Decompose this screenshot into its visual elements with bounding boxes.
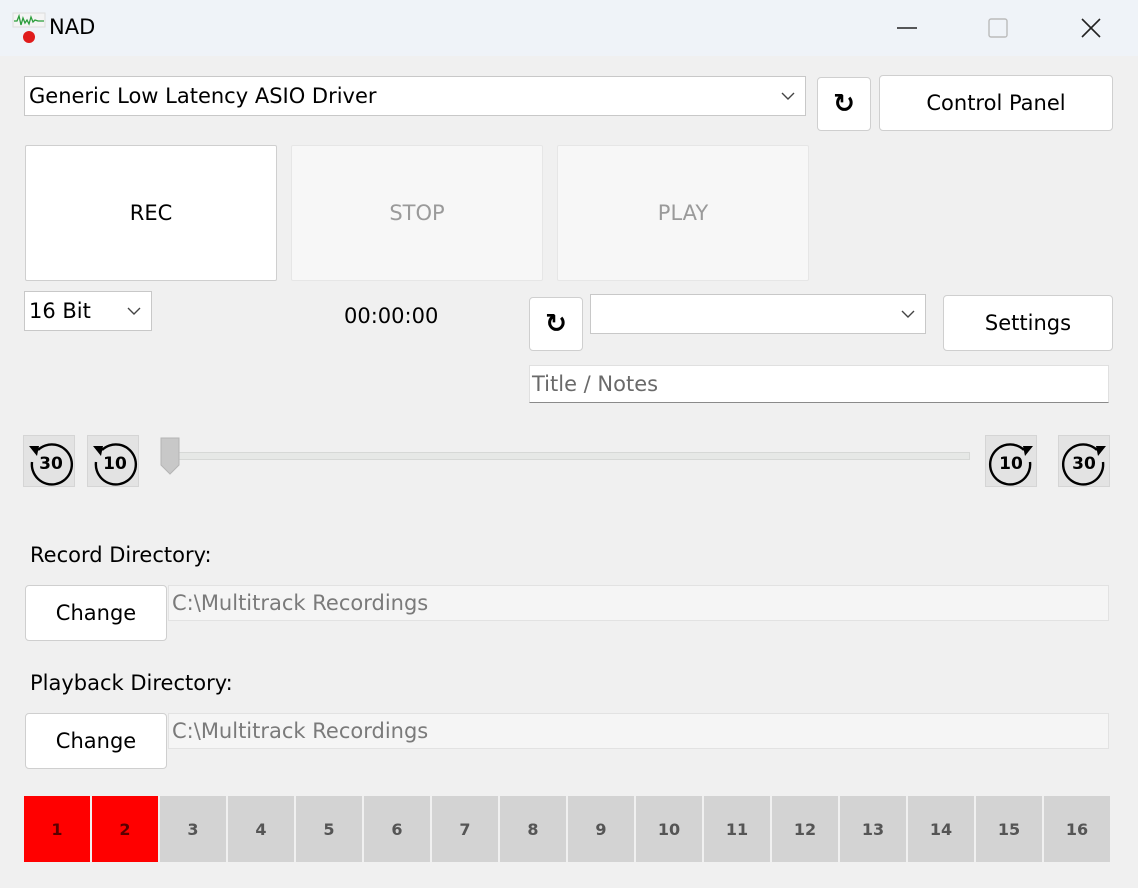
channel-button-9[interactable]: 9 — [568, 796, 634, 862]
rewind-10-icon: 10 — [93, 443, 138, 486]
forward-30-icon: 30 — [1061, 443, 1106, 486]
chevron-down-icon — [901, 310, 915, 318]
seek-slider-track[interactable] — [170, 452, 970, 460]
channel-button-2[interactable]: 2 — [92, 796, 158, 862]
driver-select[interactable]: Generic Low Latency ASIO Driver — [24, 76, 806, 116]
chevron-down-icon — [127, 307, 141, 315]
maximize-icon — [988, 18, 1008, 38]
channel-button-11[interactable]: 11 — [704, 796, 770, 862]
stop-button[interactable]: STOP — [291, 145, 543, 281]
record-directory-path: C:\Multitrack Recordings — [168, 585, 1109, 621]
skip-forward-30-button[interactable]: 30 — [1058, 435, 1110, 487]
title-bar: NAD — [0, 0, 1138, 56]
rec-button[interactable]: REC — [25, 145, 277, 281]
playback-file-select[interactable] — [590, 294, 926, 334]
skip-back-10-button[interactable]: 10 — [87, 435, 139, 487]
svg-text:30: 30 — [39, 454, 63, 474]
minimize-icon — [897, 27, 917, 29]
channel-button-6[interactable]: 6 — [364, 796, 430, 862]
channel-button-14[interactable]: 14 — [908, 796, 974, 862]
channel-button-5[interactable]: 5 — [296, 796, 362, 862]
forward-10-icon: 10 — [988, 443, 1033, 486]
minimize-button[interactable] — [862, 0, 952, 56]
channel-button-12[interactable]: 12 — [772, 796, 838, 862]
control-panel-button[interactable]: Control Panel — [879, 75, 1113, 131]
play-button[interactable]: PLAY — [557, 145, 809, 281]
bit-depth-value: 16 Bit — [29, 299, 91, 323]
close-icon — [1081, 18, 1101, 38]
maximize-button[interactable] — [953, 0, 1043, 56]
app-waveform-rec-icon — [12, 12, 46, 43]
record-directory-change-button[interactable]: Change — [25, 585, 167, 641]
channel-button-15[interactable]: 15 — [976, 796, 1042, 862]
settings-button[interactable]: Settings — [943, 295, 1113, 351]
channel-button-8[interactable]: 8 — [500, 796, 566, 862]
title-notes-input[interactable]: Title / Notes — [529, 365, 1109, 403]
svg-text:30: 30 — [1072, 454, 1096, 474]
channel-button-3[interactable]: 3 — [160, 796, 226, 862]
file-refresh-button[interactable]: ↻ — [529, 297, 583, 351]
record-directory-label: Record Directory: — [30, 543, 212, 567]
close-button[interactable] — [1046, 0, 1136, 56]
channel-selector: 1 2 3 4 5 6 7 8 9 10 11 12 13 14 15 16 — [24, 796, 1110, 862]
channel-button-4[interactable]: 4 — [228, 796, 294, 862]
driver-select-value: Generic Low Latency ASIO Driver — [29, 84, 377, 108]
rewind-30-icon: 30 — [29, 443, 74, 486]
channel-button-16[interactable]: 16 — [1044, 796, 1110, 862]
playback-directory-path: C:\Multitrack Recordings — [168, 713, 1109, 749]
svg-text:10: 10 — [999, 454, 1023, 474]
window-title: NAD — [49, 15, 96, 39]
channel-button-1[interactable]: 1 — [24, 796, 90, 862]
playback-directory-label: Playback Directory: — [30, 671, 233, 695]
channel-button-10[interactable]: 10 — [636, 796, 702, 862]
bit-depth-select[interactable]: 16 Bit — [24, 291, 152, 331]
channel-button-13[interactable]: 13 — [840, 796, 906, 862]
playback-directory-change-button[interactable]: Change — [25, 713, 167, 769]
chevron-down-icon — [781, 92, 795, 100]
driver-refresh-button[interactable]: ↻ — [817, 77, 871, 131]
seek-slider-thumb[interactable] — [160, 437, 180, 475]
skip-forward-10-button[interactable]: 10 — [985, 435, 1037, 487]
skip-back-30-button[interactable]: 30 — [23, 435, 75, 487]
channel-button-7[interactable]: 7 — [432, 796, 498, 862]
time-counter: 00:00:00 — [344, 304, 439, 328]
svg-text:10: 10 — [103, 454, 127, 474]
